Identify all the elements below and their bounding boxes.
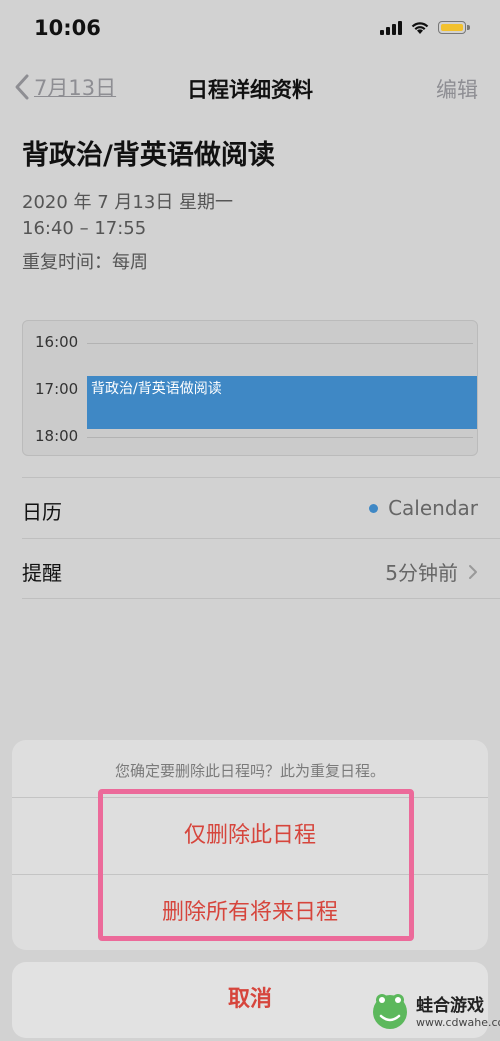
battery-icon bbox=[438, 21, 470, 34]
calendar-row-label: 日历 bbox=[22, 500, 62, 524]
wifi-icon bbox=[411, 22, 429, 34]
timeline-event-block[interactable]: 背政治/背英语做阅读 bbox=[87, 376, 477, 429]
timeline-gridline bbox=[87, 437, 473, 438]
frog-logo-icon bbox=[373, 994, 407, 1029]
action-sheet-message: 您确定要删除此日程吗？此为重复日程。 bbox=[114, 762, 385, 780]
page-title: 日程详细资料 bbox=[187, 78, 313, 102]
event-time-range: 16:40 – 17:55 bbox=[22, 218, 147, 239]
alert-row-value[interactable]: 5分钟前 bbox=[385, 557, 478, 586]
watermark-name: 蛙合游戏 bbox=[416, 996, 484, 1016]
signal-icon bbox=[380, 20, 402, 35]
watermark-text: 蛙合游戏 www.cdwahe.com bbox=[416, 991, 500, 1029]
day-timeline[interactable]: 16:00 17:00 18:00 背政治/背英语做阅读 bbox=[22, 320, 478, 456]
calendar-color-dot-icon bbox=[369, 503, 379, 513]
timeline-label: 18:00 bbox=[35, 427, 79, 445]
highlight-box bbox=[98, 789, 414, 941]
event-title: 背政治/背英语做阅读 bbox=[22, 140, 275, 171]
timeline-label: 16:00 bbox=[35, 333, 79, 351]
edit-button[interactable]: 编辑 bbox=[436, 74, 478, 104]
status-time: 10:06 bbox=[34, 16, 101, 40]
divider bbox=[22, 538, 500, 539]
divider bbox=[22, 477, 500, 478]
calendar-name: Calendar bbox=[388, 496, 478, 520]
event-repeat: 重复时间：每周 bbox=[22, 252, 148, 273]
alert-value: 5分钟前 bbox=[385, 561, 458, 585]
event-date: 2020 年 7 月13日 星期一 bbox=[22, 192, 234, 213]
chevron-right-icon bbox=[469, 564, 477, 579]
timeline-label: 17:00 bbox=[35, 380, 79, 398]
watermark-url: www.cdwahe.com bbox=[416, 1016, 500, 1029]
calendar-row-value[interactable]: Calendar bbox=[369, 496, 478, 520]
watermark: 蛙合游戏 www.cdwahe.com bbox=[370, 990, 500, 1030]
status-icons bbox=[380, 20, 470, 35]
alert-row-label: 提醒 bbox=[22, 561, 62, 585]
timeline-event-label: 背政治/背英语做阅读 bbox=[91, 381, 222, 397]
timeline-gridline bbox=[87, 343, 473, 344]
divider bbox=[22, 598, 500, 599]
